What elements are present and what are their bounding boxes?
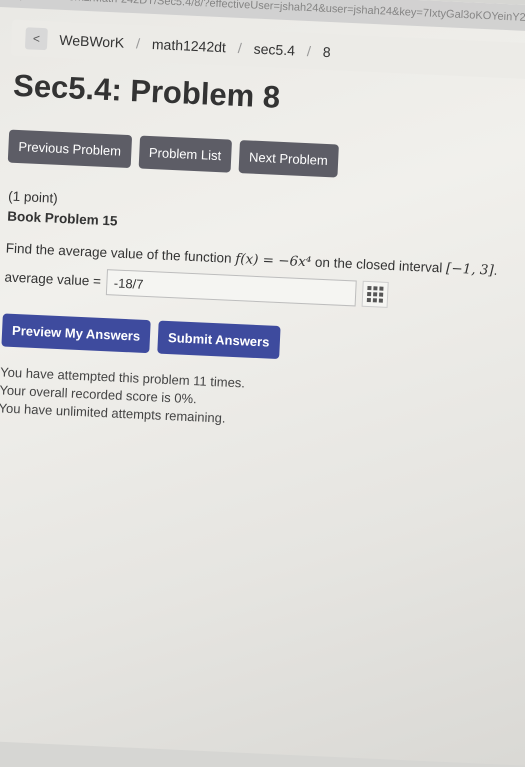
back-arrow-icon[interactable]: < — [24, 27, 48, 51]
problem-nav: Previous Problem Problem List Next Probl… — [7, 129, 339, 178]
answer-input[interactable] — [106, 269, 358, 307]
question-text: Find the average value of the function — [5, 240, 236, 266]
page-title: Sec5.4: Problem 8 — [12, 67, 281, 115]
breadcrumb-set[interactable]: sec5.4 — [253, 41, 295, 59]
previous-problem-button[interactable]: Previous Problem — [7, 129, 132, 169]
problem-list-button[interactable]: Problem List — [138, 135, 232, 173]
answer-actions: Preview My Answers Submit Answers — [1, 313, 281, 360]
webwork-page: https://webwork2/Math-242DT/Sec5.4/8/?ef… — [0, 0, 525, 767]
breadcrumb-problem: 8 — [322, 43, 331, 61]
question-text-mid: on the closed interval — [310, 254, 447, 276]
breadcrumb-separator: / — [135, 35, 141, 52]
interval-expression: [−1, 3] — [445, 260, 495, 279]
breadcrumb-course[interactable]: math1242dt — [152, 36, 227, 55]
question-end: . — [493, 262, 498, 278]
problem-body: (1 point) Book Problem 15 Find the avera… — [4, 187, 525, 314]
breadcrumb-separator: / — [237, 39, 243, 57]
breadcrumb-webwork[interactable]: WeBWorK — [59, 32, 125, 51]
breadcrumb-separator: / — [306, 43, 312, 60]
matrix-entry-icon[interactable] — [362, 280, 390, 308]
submit-answers-button[interactable]: Submit Answers — [157, 320, 281, 360]
preview-answers-button[interactable]: Preview My Answers — [1, 313, 151, 354]
attempt-status: You have attempted this problem 11 times… — [0, 363, 420, 436]
next-problem-button[interactable]: Next Problem — [238, 140, 339, 178]
answer-label: average value = — [4, 269, 102, 289]
function-expression: f(x) = −6x⁴ — [234, 250, 312, 271]
